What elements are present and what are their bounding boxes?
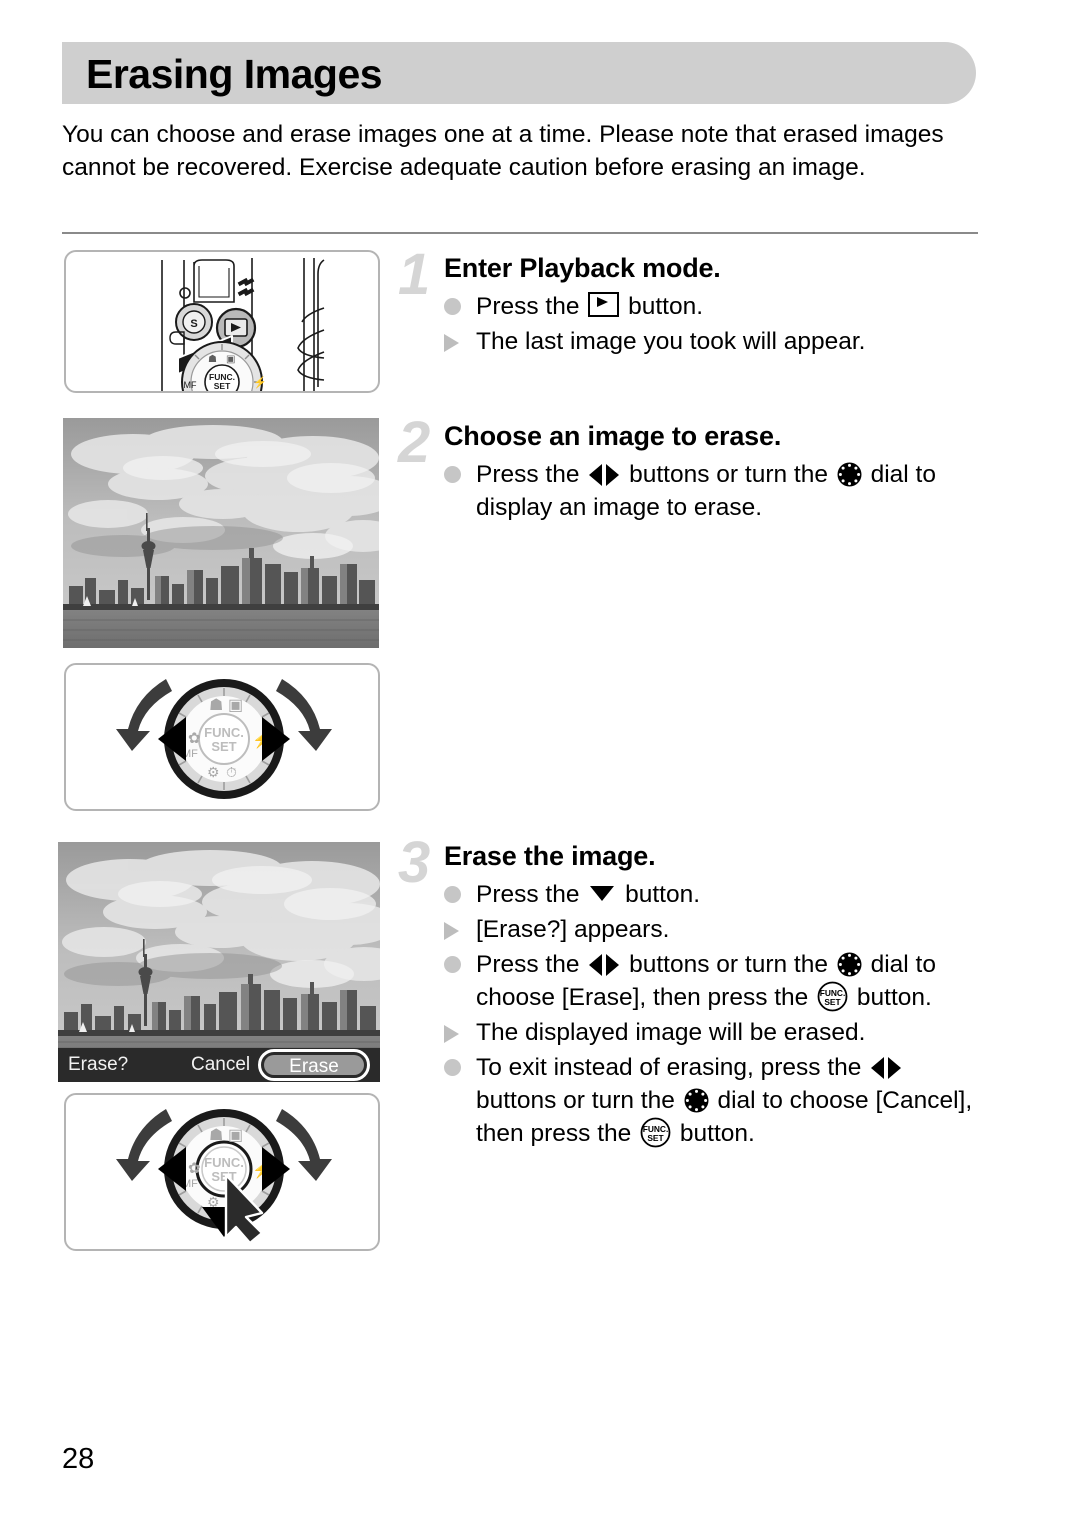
func-set-button-icon: FUNC. SET xyxy=(817,981,848,1012)
bullet-dot-icon xyxy=(444,886,461,903)
step-3-bullet-3-mid: buttons or turn the xyxy=(622,951,835,978)
step-3-bullet-1-pre: Press the xyxy=(476,881,587,908)
left-right-buttons-icon xyxy=(589,464,620,486)
step-3-bullet-1: Press the button. xyxy=(444,878,989,911)
svg-text:FUNC.: FUNC. xyxy=(204,1155,244,1170)
control-dial-down-set-illustration: FUNC. SET ☗ ▣ ✿ MF ⚡ ⚙ ⏱ xyxy=(64,1093,380,1251)
step-3-bullet-5-post: button. xyxy=(673,1120,755,1147)
skyline-photo-1 xyxy=(63,418,379,648)
left-right-buttons-icon xyxy=(589,954,620,976)
step-3-title: Erase the image. xyxy=(444,841,656,871)
camera-back-illustration: S FUNC. SET MF ☗ ▣ ⚡ xyxy=(64,250,380,393)
step-3-bullet-5-pre: To exit instead of erasing, press the xyxy=(476,1054,869,1081)
svg-text:☗: ☗ xyxy=(209,697,223,714)
svg-text:S: S xyxy=(190,318,197,330)
intro-paragraph: You can choose and erase images one at a… xyxy=(62,121,944,181)
step-3-bullet-3-pre: Press the xyxy=(476,951,587,978)
control-dial-icon xyxy=(837,462,862,487)
step-1-bullet-1-post: button. xyxy=(621,293,704,320)
step-3-bullet-2: [Erase?] appears. xyxy=(444,913,989,946)
step-3-bullet-5: To exit instead of erasing, press the bu… xyxy=(444,1051,989,1150)
bullet-arrow-icon xyxy=(444,333,459,352)
bullet-arrow-icon xyxy=(444,1024,459,1043)
svg-text:SET: SET xyxy=(824,997,841,1007)
step-3-bullet-5-mid: buttons or turn the xyxy=(476,1087,682,1114)
section-divider xyxy=(62,232,978,234)
func-set-button-icon: FUNC. SET xyxy=(640,1117,671,1148)
erase-dialog-prompt: Erase? xyxy=(68,1054,129,1075)
step-3-bullet-4-text: The displayed image will be erased. xyxy=(476,1019,866,1046)
control-dial-icon xyxy=(684,1088,709,1113)
svg-text:⚙: ⚙ xyxy=(207,764,220,780)
step-2-number: 2 xyxy=(398,410,431,475)
dial-lr-svg: FUNC. SET ☗ ▣ ✿ MF ⚡ ⚙ ⏱ xyxy=(116,679,332,799)
step-1-title: Enter Playback mode. xyxy=(444,253,721,283)
dial-down-set-svg: FUNC. SET ☗ ▣ ✿ MF ⚡ ⚙ ⏱ xyxy=(116,1109,332,1245)
page-number: 28 xyxy=(62,1443,95,1475)
step-3-bullet-4: The displayed image will be erased. xyxy=(444,1016,989,1049)
step-3-bullet-3: Press the buttons or turn the dial to ch… xyxy=(444,948,989,1014)
svg-text:⚡: ⚡ xyxy=(253,376,267,389)
playback-button-icon xyxy=(588,292,620,317)
svg-text:☗: ☗ xyxy=(209,1127,223,1144)
control-dial-icon xyxy=(837,952,862,977)
skyline-photo-with-erase-dialog: Erase? Cancel Erase xyxy=(58,842,380,1082)
step-1-bullet-2: The last image you took will appear. xyxy=(444,325,989,358)
bullet-dot-icon xyxy=(444,1059,461,1076)
control-dial-left-right-illustration: FUNC. SET ☗ ▣ ✿ MF ⚡ ⚙ ⏱ xyxy=(64,663,380,811)
step-3-bullet-3-post: button. xyxy=(850,984,932,1011)
step-2-bullet-1: Press the buttons or turn the dial to di… xyxy=(444,458,989,524)
step-2-bullet-1-pre: Press the xyxy=(476,461,587,488)
step-2-bullet-1-mid: buttons or turn the xyxy=(622,461,835,488)
svg-text:FUNC.: FUNC. xyxy=(204,725,244,740)
step-2-title: Choose an image to erase. xyxy=(444,421,782,451)
step-1: 1 Enter Playback mode. Press the button.… xyxy=(398,246,989,358)
bullet-arrow-icon xyxy=(444,921,459,940)
svg-text:▣: ▣ xyxy=(226,354,235,365)
step-2: 2 Choose an image to erase. Press the bu… xyxy=(398,414,989,524)
bullet-dot-icon xyxy=(444,466,461,483)
step-1-number: 1 xyxy=(398,242,431,307)
svg-text:✿: ✿ xyxy=(188,730,201,747)
svg-text:⏱: ⏱ xyxy=(226,764,237,780)
step-1-bullet-1-pre: Press the xyxy=(476,293,587,320)
step-1-bullet-1: Press the button. xyxy=(444,290,989,323)
step-3-number: 3 xyxy=(398,830,431,895)
erase-dialog-svg xyxy=(58,842,380,1082)
bullet-dot-icon xyxy=(444,956,461,973)
step-1-bullet-2-text: The last image you took will appear. xyxy=(476,328,866,355)
step-3-bullet-2-text: [Erase?] appears. xyxy=(476,916,670,943)
svg-text:SET: SET xyxy=(647,1133,664,1143)
svg-text:▣: ▣ xyxy=(228,697,243,714)
skyline-photo-1-svg xyxy=(63,418,379,648)
bullet-dot-icon xyxy=(444,298,461,315)
down-button-icon xyxy=(590,886,615,901)
svg-text:MF: MF xyxy=(184,380,197,390)
page-title: Erasing Images xyxy=(86,51,383,97)
svg-text:▣: ▣ xyxy=(228,1127,243,1144)
erase-dialog-bar: Erase? Cancel Erase xyxy=(58,1048,380,1082)
camera-back-svg: S FUNC. SET MF ☗ ▣ ⚡ xyxy=(161,258,325,391)
erase-dialog-erase-label: Erase xyxy=(289,1056,339,1077)
svg-text:✿: ✿ xyxy=(188,1160,201,1177)
left-right-buttons-icon xyxy=(871,1057,902,1079)
step-3-bullet-1-post: button. xyxy=(618,881,701,908)
svg-text:☗: ☗ xyxy=(208,354,217,365)
step-3: 3 Erase the image. Press the button. [Er… xyxy=(398,834,989,1150)
svg-text:SET: SET xyxy=(211,739,236,754)
erase-dialog-erase-option[interactable]: Erase xyxy=(258,1049,370,1081)
erase-dialog-cancel-option[interactable]: Cancel xyxy=(191,1054,250,1076)
svg-text:SET: SET xyxy=(214,381,231,391)
